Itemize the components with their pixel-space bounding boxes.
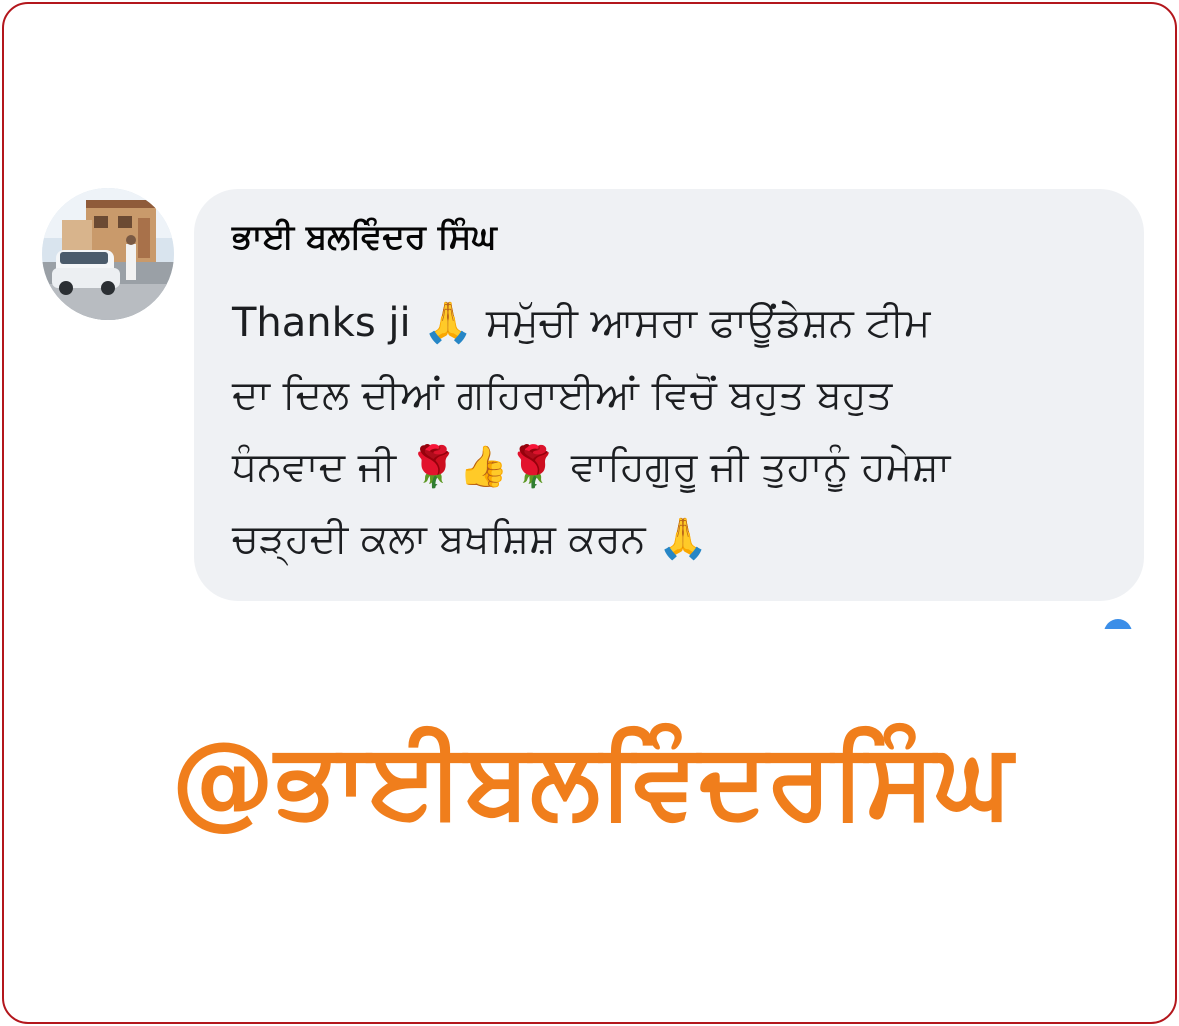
comment-text: Thanks ji 🙏 ਸਮੁੱਚੀ ਆਸਰਾ ਫਾਊਂਡੇਸ਼ਨ ਟੀਮ ਦਾ… <box>232 287 1112 575</box>
avatar[interactable] <box>42 188 174 320</box>
hashtag-caption: @ਭਾਈਬਲਵਿੰਦਰਸਿੰਘ <box>170 719 1013 841</box>
message-line: Thanks ji 🙏 ਸਮੁੱਚੀ ਆਸਰਾ ਫਾਊਂਡੇਸ਼ਨ ਟੀਮ <box>232 300 931 346</box>
reaction-dot-icon <box>1104 619 1132 629</box>
screenshot-frame: ਭਾਈ ਬਲਵਿੰਦਰ ਸਿੰਘ Thanks ji 🙏 ਸਮੁੱਚੀ ਆਸਰਾ… <box>2 2 1177 1024</box>
avatar-photo <box>42 188 174 320</box>
sender-name[interactable]: ਭਾਈ ਬਲਵਿੰਦਰ ਸਿੰਘ <box>232 217 497 257</box>
message-line: ਦਾ ਦਿਲ ਦੀਆਂ ਗਹਿਰਾਈਆਂ ਵਿਚੋਂ ਬਹੁਤ ਬਹੁਤ <box>232 372 893 418</box>
message-line: ਧੰਨਵਾਦ ਜੀ 🌹👍🌹 ਵਾਹਿਗੁਰੂ ਜੀ ਤੁਹਾਨੂੰ ਹਮੇਸ਼ਾ <box>232 444 951 490</box>
message-line: ਚੜ੍ਹਦੀ ਕਲਾ ਬਖਸ਼ਿਸ਼ ਕਰਨ 🙏 <box>232 516 709 562</box>
comment-bubble: ਭਾਈ ਬਲਵਿੰਦਰ ਸਿੰਘ Thanks ji 🙏 ਸਮੁੱਚੀ ਆਸਰਾ… <box>194 189 1144 601</box>
